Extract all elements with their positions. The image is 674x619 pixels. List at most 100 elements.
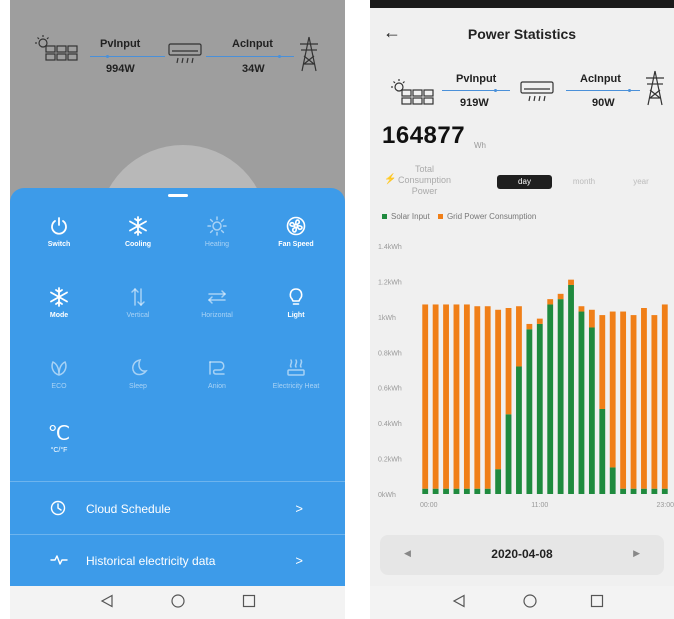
nav-home-icon[interactable] [523, 594, 537, 608]
bar-solar-input [568, 284, 574, 494]
sun-icon [207, 216, 227, 236]
anion-icon [209, 361, 225, 375]
bar-grid-consumption [463, 304, 470, 489]
moon-icon [132, 359, 148, 376]
pv-flow-line [442, 90, 510, 91]
cooling-button[interactable]: Cooling [102, 216, 174, 248]
nav-recents-icon[interactable] [590, 594, 604, 608]
bar-grid-consumption [474, 306, 481, 489]
cloud-schedule-label: Cloud Schedule [86, 502, 171, 516]
bar-solar-input [516, 366, 522, 494]
fan-speed-label: Fan Speed [278, 241, 314, 248]
system-nav-bar [370, 586, 674, 619]
bar-grid-consumption [536, 318, 543, 324]
fan-speed-button[interactable]: Fan Speed [260, 216, 332, 248]
divider [10, 534, 345, 535]
vertical-swing-button[interactable]: Vertical [102, 287, 174, 319]
bar-grid-consumption [651, 315, 658, 489]
bar-grid-consumption [505, 308, 512, 415]
bar-solar-input [651, 488, 658, 494]
celsius-icon: ℃ [47, 423, 71, 445]
legend-solar: Solar Input [382, 212, 430, 221]
bar-solar-input [526, 329, 533, 494]
bar-solar-input [609, 467, 616, 494]
bar-grid-consumption [484, 306, 491, 489]
solar-panel-icon [391, 79, 434, 105]
sleep-label: Sleep [129, 383, 147, 390]
bar-grid-consumption [526, 323, 533, 330]
bar-solar-input [557, 299, 564, 494]
cooling-label: Cooling [124, 241, 152, 248]
bar-grid-consumption [641, 308, 647, 489]
horizontal-swing-label: Horizontal [201, 312, 233, 319]
power-chart: 0kWh 0.2kWh 0.4kWh 0.6kWh 0.8kWh 1kWh 1.2kWh 1.… [378, 244, 674, 509]
bar-grid-consumption [547, 299, 554, 305]
vertical-swing-icon [131, 287, 145, 307]
clock-icon [50, 500, 66, 516]
bar-grid-consumption [661, 304, 668, 489]
switch-label: Switch [47, 241, 71, 248]
bar-grid-consumption [588, 309, 595, 328]
horizontal-swing-button[interactable]: Horizontal [181, 287, 253, 319]
cloud-schedule-row[interactable]: Cloud Schedule > [10, 488, 345, 532]
bar-solar-input [432, 488, 439, 494]
bar-grid-consumption [432, 304, 439, 489]
mode-button[interactable]: Mode [23, 287, 95, 319]
pv-input-label: PvInput [100, 38, 141, 50]
tab-year[interactable]: year [620, 175, 662, 189]
air-conditioner-icon [520, 81, 554, 102]
bar-solar-input [578, 311, 585, 494]
nav-recents-icon[interactable] [242, 594, 256, 608]
tab-day[interactable]: day [497, 175, 552, 189]
bar-grid-consumption [443, 304, 449, 489]
drag-handle[interactable] [168, 194, 188, 197]
control-panel: Switch Cooling Heating Fan Speed Mode Ve… [10, 188, 345, 586]
x-tick-label: 23:00 [656, 502, 674, 509]
pv-input-value: 994W [106, 63, 135, 75]
pv-flow-dot [106, 55, 109, 58]
x-tick-label: 00:00 [420, 502, 438, 509]
electricity-heat-button[interactable]: Electricity Heat [260, 358, 332, 390]
heating-label: Heating [204, 241, 230, 248]
power-tower-icon [300, 36, 318, 72]
fan-icon [286, 216, 306, 236]
bar-solar-input [505, 414, 512, 494]
total-consumption-value: 164877 [382, 122, 466, 149]
nav-back-icon[interactable] [452, 594, 466, 608]
bar-solar-input [463, 488, 470, 494]
sleep-button[interactable]: Sleep [102, 358, 174, 390]
heat-icon [287, 359, 305, 376]
chart-legend: Solar Input Grid Power Consumption [382, 212, 536, 221]
date-selector: ◀ 2020-04-08 ▶ [380, 535, 664, 575]
pv-input-value: 919W [460, 97, 489, 109]
historical-electricity-label: Historical electricity data [86, 554, 216, 568]
temperature-unit-label: °C/°F [50, 447, 68, 454]
bar-solar-input [453, 488, 460, 494]
bar-grid-consumption [453, 304, 460, 489]
nav-home-icon[interactable] [171, 594, 185, 608]
mode-label: Mode [49, 312, 69, 319]
ac-input-label: AcInput [232, 38, 273, 50]
bar-solar-input [536, 323, 543, 494]
y-tick-label: 0.6kWh [378, 386, 402, 393]
ac-flow-dot [278, 55, 281, 58]
power-icon [51, 217, 67, 235]
bar-grid-consumption [620, 311, 627, 489]
temperature-unit-button[interactable]: ℃ °C/°F [23, 423, 95, 454]
snowflake-icon [129, 216, 147, 236]
switch-button[interactable]: Switch [23, 216, 95, 248]
eco-button[interactable]: ECO [23, 358, 95, 390]
system-nav-bar [10, 586, 345, 619]
anion-button[interactable]: Anion [181, 358, 253, 390]
electricity-heat-label: Electricity Heat [272, 383, 320, 390]
y-tick-label: 1.4kWh [378, 244, 402, 251]
tab-month[interactable]: month [560, 175, 608, 189]
next-date-icon[interactable]: ▶ [633, 548, 640, 559]
total-consumption-label: Total Consumption Power [398, 164, 452, 196]
snowflake-icon [50, 287, 68, 307]
light-button[interactable]: Light [260, 287, 332, 319]
bar-solar-input [495, 469, 502, 494]
historical-electricity-row[interactable]: Historical electricity data > [10, 540, 345, 584]
nav-back-icon[interactable] [100, 594, 114, 608]
heating-button[interactable]: Heating [181, 216, 253, 248]
